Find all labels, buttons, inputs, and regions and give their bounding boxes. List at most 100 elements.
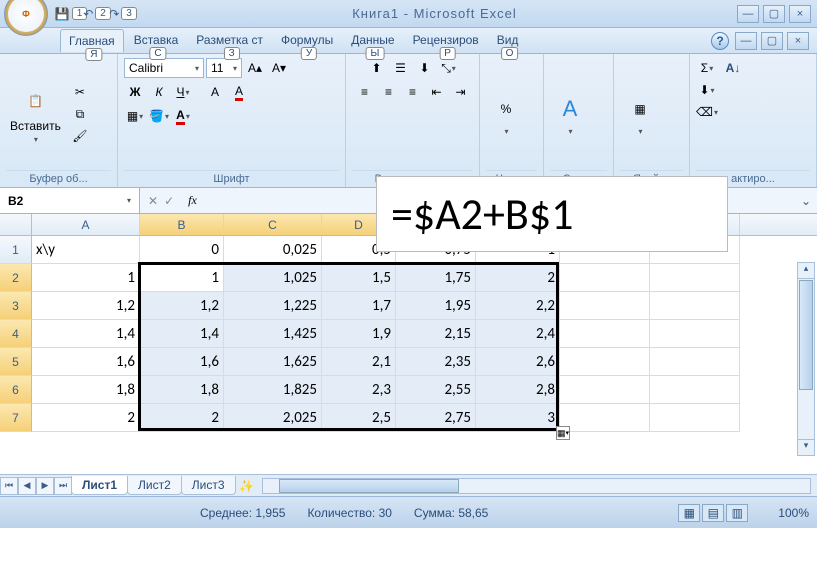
autosum-icon[interactable]: Σ▾ xyxy=(696,58,718,78)
cell-B6[interactable]: 1,8 xyxy=(140,376,224,404)
decrease-indent-icon[interactable]: ⇤ xyxy=(426,82,448,102)
cell-B2[interactable]: 1 xyxy=(140,264,224,292)
mdi-minimize-button[interactable]: — xyxy=(735,32,757,50)
first-sheet-icon[interactable]: ⏮ xyxy=(0,477,18,495)
fill-handle-options-icon[interactable]: ▦▾ xyxy=(556,426,570,440)
bold-button[interactable]: Ж xyxy=(124,82,146,102)
tab-Главная[interactable]: ГлавнаяЯ xyxy=(60,29,124,52)
row-header-2[interactable]: 2 xyxy=(0,264,32,292)
row-header-6[interactable]: 6 xyxy=(0,376,32,404)
align-center-icon[interactable]: ≡ xyxy=(378,82,400,102)
cell-A3[interactable]: 1,2 xyxy=(32,292,140,320)
cell-C6[interactable]: 1,825 xyxy=(224,376,322,404)
cell-E6[interactable]: 2,55 xyxy=(396,376,476,404)
horizontal-scrollbar[interactable] xyxy=(262,478,811,494)
cell-E7[interactable]: 2,75 xyxy=(396,404,476,432)
row-header-3[interactable]: 3 xyxy=(0,292,32,320)
cell-C5[interactable]: 1,625 xyxy=(224,348,322,376)
worksheet-grid[interactable]: ABCDEFGH 1x\y00,0250,50,7512111,0251,51,… xyxy=(0,214,817,474)
align-right-icon[interactable]: ≡ xyxy=(402,82,424,102)
cell-fill-color-icon[interactable]: A xyxy=(204,82,226,102)
row-header-4[interactable]: 4 xyxy=(0,320,32,348)
shrink-font-icon[interactable]: A▾ xyxy=(268,58,290,78)
scroll-down-icon[interactable]: ▾ xyxy=(798,439,814,455)
paste-button[interactable]: 📋 Вставить ▾ xyxy=(6,83,65,146)
cell-F7[interactable]: 3 xyxy=(476,404,560,432)
fill-bucket-icon[interactable]: 🪣▾ xyxy=(148,106,170,126)
grow-font-icon[interactable]: A▴ xyxy=(244,58,266,78)
cell-G6[interactable] xyxy=(560,376,650,404)
expand-formula-bar-icon[interactable]: ⌄ xyxy=(795,194,817,208)
mdi-restore-button[interactable]: ▢ xyxy=(761,32,783,50)
sheet-tab-Лист1[interactable]: Лист1 xyxy=(71,476,128,495)
cells-format-button[interactable]: ▦▾ xyxy=(620,91,660,138)
maximize-button[interactable]: ▢ xyxy=(763,5,785,23)
cell-F4[interactable]: 2,4 xyxy=(476,320,560,348)
number-format-button[interactable]: %▾ xyxy=(486,91,526,138)
cell-G5[interactable] xyxy=(560,348,650,376)
cell-styles-button[interactable]: A▾ xyxy=(550,91,590,138)
font-size-box[interactable]: 11▾ xyxy=(206,58,242,78)
cell-D3[interactable]: 1,7 xyxy=(322,292,396,320)
cell-B1[interactable]: 0 xyxy=(140,236,224,264)
cut-icon[interactable]: ✂ xyxy=(69,82,91,102)
cell-H4[interactable] xyxy=(650,320,740,348)
cell-G4[interactable] xyxy=(560,320,650,348)
cell-H7[interactable] xyxy=(650,404,740,432)
cell-H5[interactable] xyxy=(650,348,740,376)
cell-D4[interactable]: 1,9 xyxy=(322,320,396,348)
cell-C7[interactable]: 2,025 xyxy=(224,404,322,432)
cell-F3[interactable]: 2,2 xyxy=(476,292,560,320)
minimize-button[interactable]: — xyxy=(737,5,759,23)
copy-icon[interactable]: ⧉ xyxy=(69,104,91,124)
tab-Рецензиров[interactable]: РецензировР xyxy=(405,29,487,52)
mdi-close-button[interactable]: × xyxy=(787,32,809,50)
sheet-tab-Лист2[interactable]: Лист2 xyxy=(127,476,182,495)
sheet-tab-Лист3[interactable]: Лист3 xyxy=(181,476,236,495)
sort-filter-icon[interactable]: A↓ xyxy=(722,58,744,78)
cell-A1[interactable]: x\y xyxy=(32,236,140,264)
prev-sheet-icon[interactable]: ◀ xyxy=(18,477,36,495)
tab-Формулы[interactable]: ФормулыУ xyxy=(273,29,341,52)
select-all-corner[interactable] xyxy=(0,214,32,235)
text-color-icon[interactable]: A▾ xyxy=(172,106,194,126)
cell-H3[interactable] xyxy=(650,292,740,320)
tab-Вставка[interactable]: ВставкаС xyxy=(126,29,187,52)
row-header-5[interactable]: 5 xyxy=(0,348,32,376)
cell-F2[interactable]: 2 xyxy=(476,264,560,292)
align-bottom-icon[interactable]: ⬇ xyxy=(414,58,436,78)
save-icon[interactable]: 💾1 xyxy=(62,5,80,23)
tab-Разметка ст[interactable]: Разметка стЗ xyxy=(188,29,271,52)
orientation-icon[interactable]: ⤡▾ xyxy=(438,58,460,78)
cell-E2[interactable]: 1,75 xyxy=(396,264,476,292)
align-left-icon[interactable]: ≡ xyxy=(354,82,376,102)
cell-D7[interactable]: 2,5 xyxy=(322,404,396,432)
cell-C1[interactable]: 0,025 xyxy=(224,236,322,264)
cell-H6[interactable] xyxy=(650,376,740,404)
redo-icon[interactable]: ↷3 xyxy=(114,5,132,23)
zoom-level[interactable]: 100% xyxy=(778,506,809,520)
font-name-box[interactable]: Calibri▾ xyxy=(124,58,204,78)
fx-icon[interactable]: fx xyxy=(188,193,197,208)
clear-icon[interactable]: ⌫▾ xyxy=(696,102,718,122)
cell-B3[interactable]: 1,2 xyxy=(140,292,224,320)
cell-A2[interactable]: 1 xyxy=(32,264,140,292)
col-header-A[interactable]: A xyxy=(32,214,140,235)
cell-C4[interactable]: 1,425 xyxy=(224,320,322,348)
col-header-C[interactable]: C xyxy=(224,214,322,235)
cell-C3[interactable]: 1,225 xyxy=(224,292,322,320)
cell-B7[interactable]: 2 xyxy=(140,404,224,432)
page-layout-view-icon[interactable]: ▤ xyxy=(702,504,724,522)
row-header-7[interactable]: 7 xyxy=(0,404,32,432)
page-break-view-icon[interactable]: ▥ xyxy=(726,504,748,522)
next-sheet-icon[interactable]: ▶ xyxy=(36,477,54,495)
enter-formula-icon[interactable]: ✓ xyxy=(164,194,174,208)
format-painter-icon[interactable]: 🖌 xyxy=(69,126,91,146)
last-sheet-icon[interactable]: ⏭ xyxy=(54,477,72,495)
hscroll-thumb[interactable] xyxy=(279,479,459,493)
underline-button[interactable]: Ч▾ xyxy=(172,82,194,102)
undo-icon[interactable]: ↶2 xyxy=(88,5,106,23)
cell-F5[interactable]: 2,6 xyxy=(476,348,560,376)
col-header-B[interactable]: B xyxy=(140,214,224,235)
cell-D2[interactable]: 1,5 xyxy=(322,264,396,292)
